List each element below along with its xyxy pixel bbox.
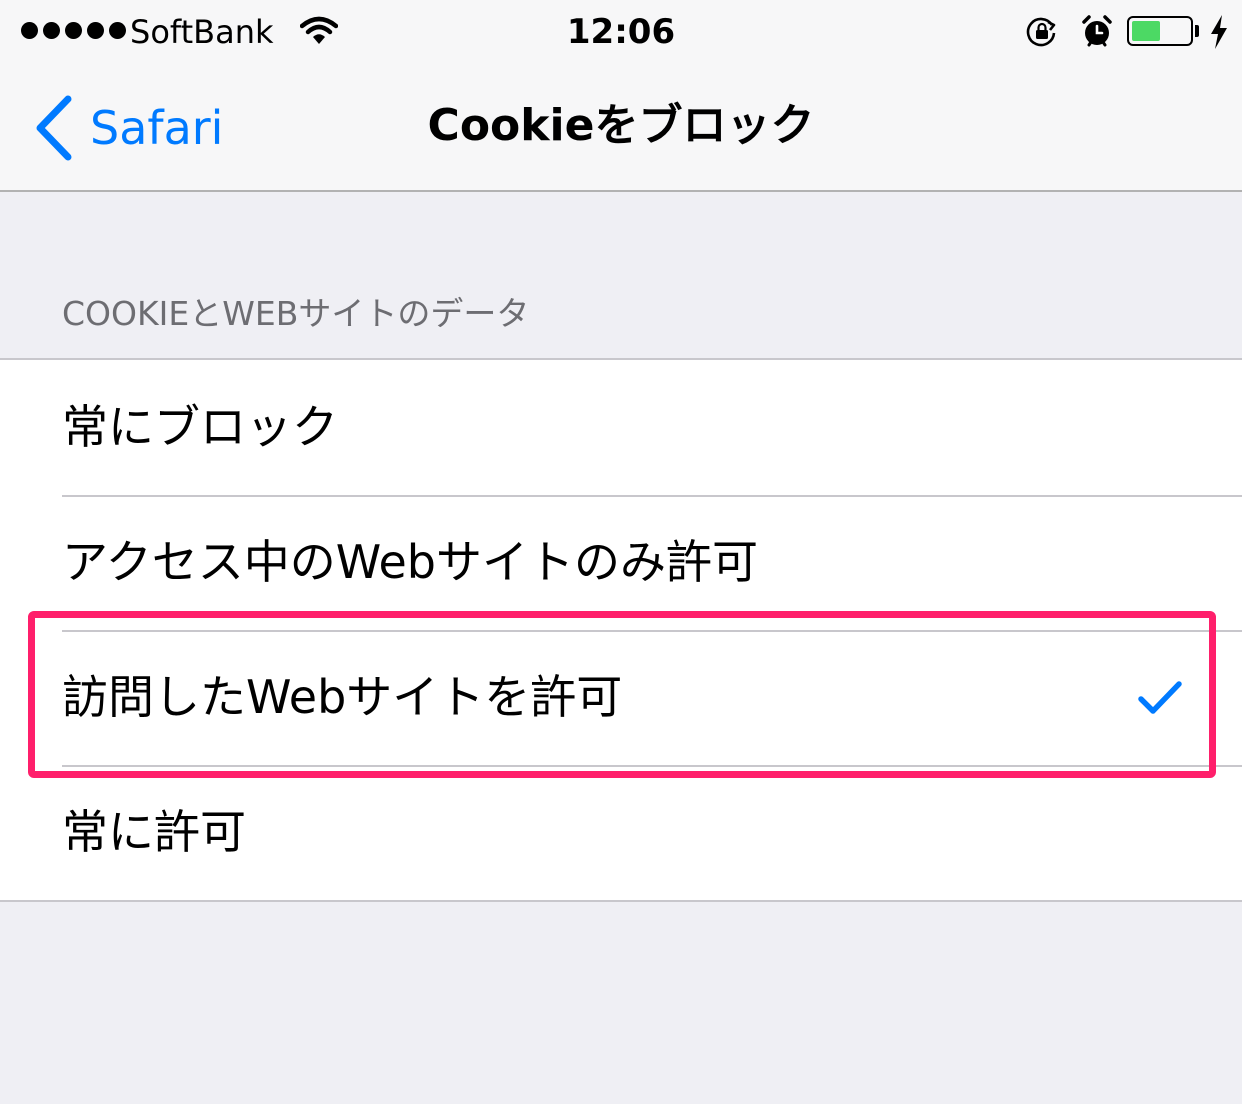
option-label: アクセス中のWebサイトのみ許可 bbox=[62, 535, 758, 589]
navigation-bar: Cookieをブロック Safari bbox=[0, 64, 1242, 192]
option-always-block[interactable]: 常にブロック bbox=[0, 360, 1242, 495]
section-header: COOKIEとWEBサイトのデータ bbox=[62, 294, 530, 333]
battery-nub bbox=[1195, 25, 1199, 37]
rotation-lock-icon bbox=[1026, 17, 1056, 47]
option-always-allow[interactable]: 常に許可 bbox=[0, 765, 1242, 900]
alarm-icon bbox=[1082, 15, 1112, 47]
battery-icon bbox=[1127, 16, 1193, 46]
cookie-options-list: 常にブロック アクセス中のWebサイトのみ許可 訪問したWebサイトを許可 常に… bbox=[0, 358, 1242, 902]
option-allow-visited-websites[interactable]: 訪問したWebサイトを許可 bbox=[0, 630, 1242, 765]
back-chevron-icon bbox=[36, 95, 72, 161]
status-bar: SoftBank 12:06 bbox=[0, 0, 1242, 64]
checkmark-icon bbox=[1138, 681, 1182, 714]
option-label: 訪問したWebサイトを許可 bbox=[62, 670, 623, 724]
battery-level bbox=[1132, 21, 1160, 41]
option-label: 常に許可 bbox=[62, 805, 246, 859]
back-button[interactable]: Safari bbox=[32, 92, 223, 164]
option-label: 常にブロック bbox=[62, 400, 338, 454]
option-allow-current-website-only[interactable]: アクセス中のWebサイトのみ許可 bbox=[0, 495, 1242, 630]
back-button-label: Safari bbox=[90, 101, 224, 155]
charging-icon bbox=[1211, 15, 1227, 49]
